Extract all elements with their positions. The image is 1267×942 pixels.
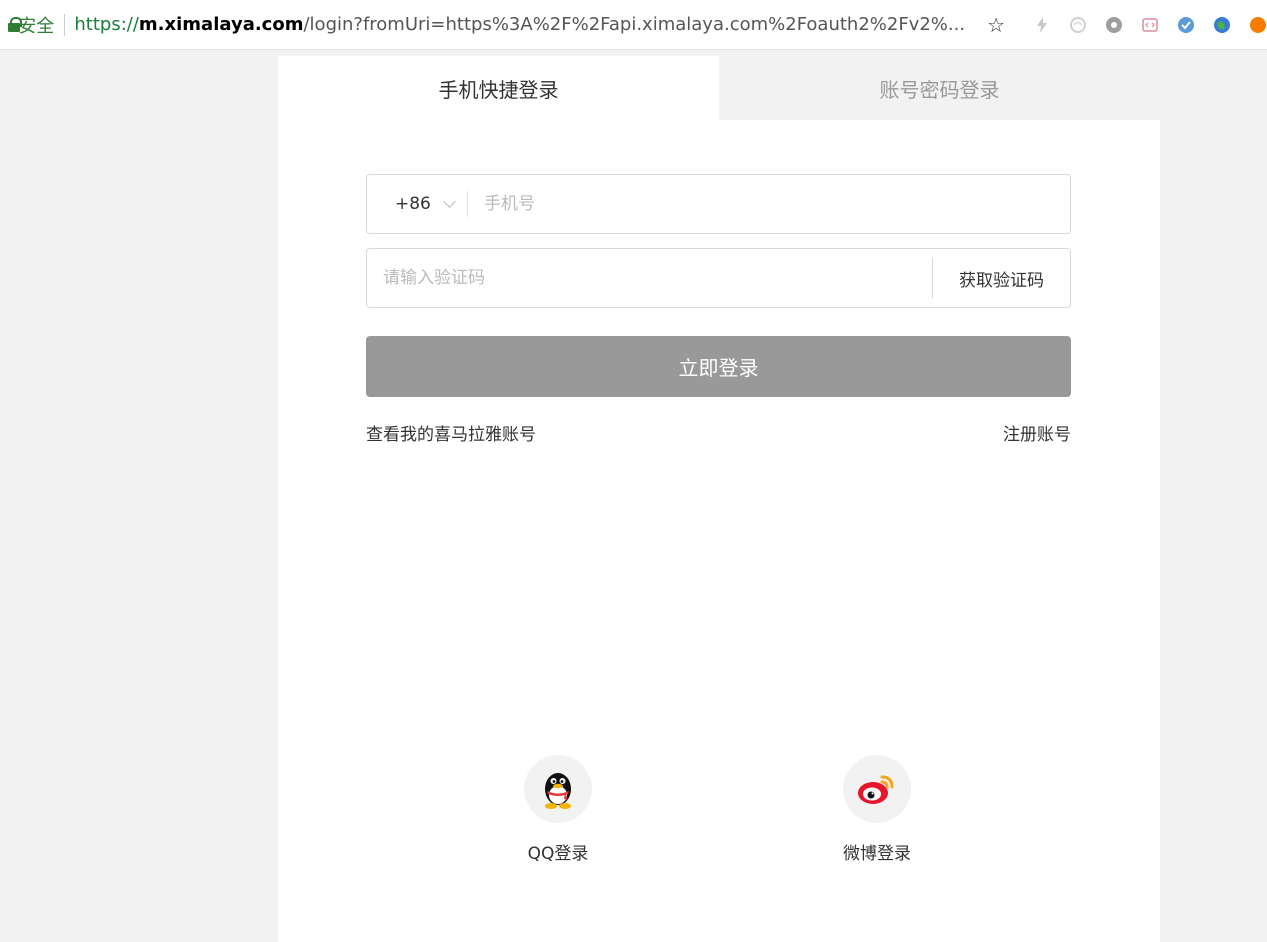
secure-label: 安全 <box>18 15 55 37</box>
browser-address-bar: 安全 https://m.ximalaya.com/login?fromUri=… <box>0 0 1267 50</box>
verification-code-field: 获取验证码 <box>366 248 1071 308</box>
login-button[interactable]: 立即登录 <box>366 336 1071 397</box>
extension-toolbar <box>1033 16 1267 34</box>
weibo-icon <box>858 775 894 804</box>
get-code-button[interactable]: 获取验证码 <box>932 258 1070 298</box>
url-path: /login?fromUri=https%3A%2F%2Fapi.ximalay… <box>303 14 966 35</box>
orange-extension-icon[interactable] <box>1249 16 1267 34</box>
country-code-value: +86 <box>395 194 431 214</box>
globe-extension-icon[interactable] <box>1213 16 1231 34</box>
tab-phone-quick-login[interactable]: 手机快捷登录 <box>278 56 719 120</box>
chevron-down-icon <box>443 195 456 208</box>
weibo-login-button[interactable]: 微博登录 <box>817 755 937 864</box>
login-panel: 手机快捷登录 账号密码登录 +86 获取验证码 立即登录 查看我的喜马拉雅账号 … <box>278 56 1160 942</box>
url-prefix: https:// <box>74 14 139 35</box>
gear-extension-icon[interactable] <box>1105 16 1123 34</box>
weibo-icon-circle <box>843 755 911 823</box>
lock-icon <box>8 17 24 32</box>
verification-code-input[interactable] <box>367 249 932 307</box>
tab-account-password-login[interactable]: 账号密码登录 <box>719 56 1160 120</box>
qq-penguin-icon <box>545 773 571 809</box>
weibo-login-label: 微博登录 <box>843 844 911 864</box>
code-extension-icon[interactable] <box>1141 16 1159 34</box>
bookmark-star-icon[interactable]: ☆ <box>987 13 1005 37</box>
qq-icon-circle <box>524 755 592 823</box>
url-field[interactable]: https://m.ximalaya.com/login?fromUri=htt… <box>74 14 965 35</box>
country-code-select[interactable]: +86 <box>367 174 467 234</box>
qq-login-label: QQ登录 <box>527 844 589 864</box>
register-link[interactable]: 注册账号 <box>1003 420 1071 445</box>
url-domain: m.ximalaya.com <box>138 14 304 35</box>
swirl-extension-icon[interactable] <box>1069 16 1087 34</box>
phone-input[interactable] <box>468 175 1070 233</box>
phone-field: +86 <box>366 174 1071 234</box>
view-account-link[interactable]: 查看我的喜马拉雅账号 <box>366 420 536 445</box>
check-extension-icon[interactable] <box>1177 16 1195 34</box>
lightning-extension-icon[interactable] <box>1033 16 1051 34</box>
qq-login-button[interactable]: QQ登录 <box>498 755 618 864</box>
login-tabs: 手机快捷登录 账号密码登录 <box>278 56 1160 120</box>
